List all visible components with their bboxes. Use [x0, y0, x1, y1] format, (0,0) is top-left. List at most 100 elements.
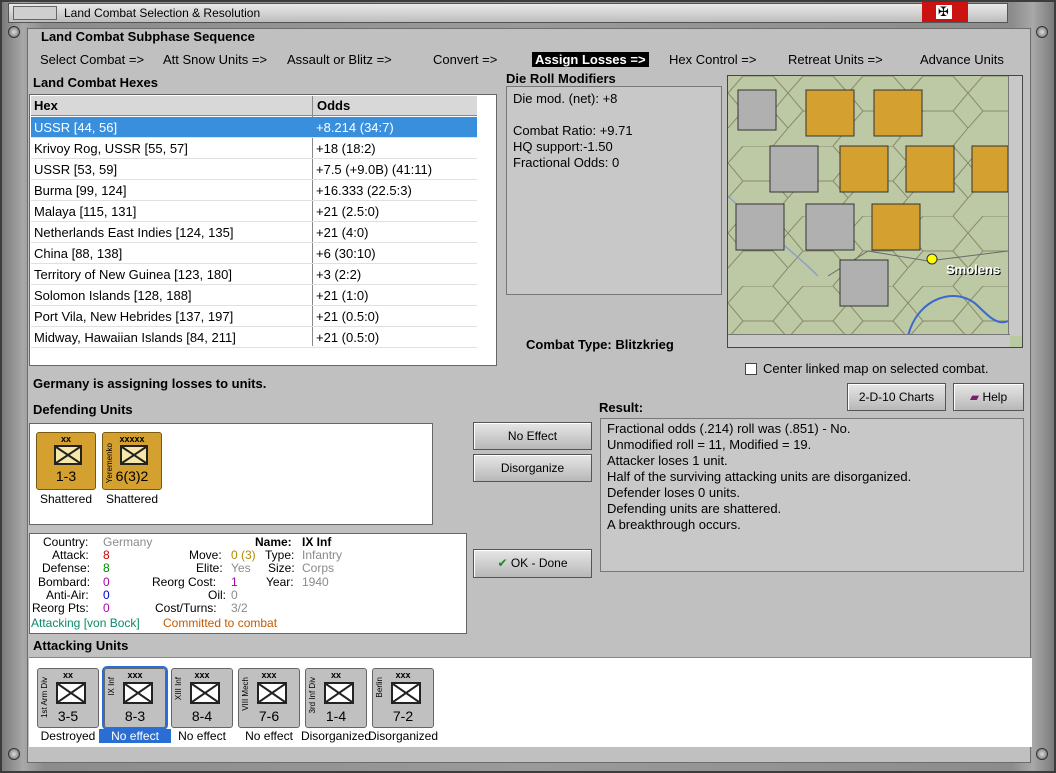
charts-button[interactable]: 2-D-10 Charts: [847, 383, 946, 411]
system-menu-button[interactable]: [13, 6, 57, 20]
table-row[interactable]: Krivoy Rog, USSR [55, 57] +18 (18:2): [31, 138, 477, 159]
odds-cell: +21 (4:0): [316, 225, 369, 240]
map-vertical-scrollbar[interactable]: [1008, 76, 1022, 336]
unit-side-label: XIII Inf: [174, 677, 183, 701]
year-label: Year:: [266, 575, 294, 589]
antiair-value: 0: [103, 588, 110, 602]
step-select-combat: Select Combat =>: [40, 52, 145, 67]
unit-status: Disorganized: [300, 729, 372, 743]
table-row[interactable]: Malaya [115, 131] +21 (2.5:0): [31, 201, 477, 222]
elite-label: Elite:: [196, 561, 223, 575]
center-map-label: Center linked map on selected combat.: [763, 361, 989, 376]
table-row[interactable]: Netherlands East Indies [124, 135] +21 (4…: [31, 222, 477, 243]
table-row[interactable]: Solomon Islands [128, 188] +21 (1:0): [31, 285, 477, 306]
hex-cell: China [88, 138]: [34, 246, 123, 261]
unit-status: No effect: [178, 729, 226, 743]
table-row[interactable]: USSR [53, 59] +7.5 (+9.0B) (41:11): [31, 159, 477, 180]
attacking-unit[interactable]: xxx XIII Inf 8-4: [171, 668, 233, 728]
help-book-icon: ▰: [969, 390, 980, 404]
attacking-unit[interactable]: xxx Berlin 7-2: [372, 668, 434, 728]
attack-value: 8: [103, 548, 110, 562]
map-horizontal-scrollbar[interactable]: [728, 334, 1010, 347]
defending-unit[interactable]: xx 1-3: [36, 432, 96, 490]
oil-value: 0: [231, 588, 238, 602]
hex-cell: Burma [99, 124]: [34, 183, 127, 198]
year-value: 1940: [302, 575, 329, 589]
sequence-title: Land Combat Subphase Sequence: [41, 29, 255, 44]
table-row[interactable]: Midway, Hawaiian Islands [84, 211] +21 (0…: [31, 327, 477, 348]
step-assign-losses: Assign Losses =>: [532, 52, 649, 67]
table-row[interactable]: USSR [44, 56] +8.214 (34:7): [31, 117, 477, 138]
hex-cell: Krivoy Rog, USSR [55, 57]: [34, 141, 188, 156]
rivet-icon: [8, 748, 20, 760]
map-hex-grid: [728, 76, 1008, 336]
defense-label: Defense:: [42, 561, 91, 575]
unit-cross: [392, 683, 420, 703]
hexes-title: Land Combat Hexes: [33, 75, 158, 90]
no-effect-button[interactable]: No Effect: [473, 422, 592, 450]
odds-cell: +21 (0.5:0): [316, 309, 380, 324]
attack-label: Attack:: [52, 548, 89, 562]
attacking-unit[interactable]: xx 3rd Inf Div 1-4: [305, 668, 367, 728]
hex-cell: Territory of New Guinea [123, 180]: [34, 267, 232, 282]
col-hex-header[interactable]: Hex: [34, 98, 58, 113]
attacking-unit[interactable]: xx 1st Arm Div 3-5: [37, 668, 99, 728]
help-button[interactable]: ▰ Help: [953, 383, 1024, 411]
unit-strength: 8-3: [124, 708, 146, 724]
size-value: Corps: [302, 561, 335, 575]
mod-line: Combat Ratio: +9.71: [513, 123, 633, 138]
unit-cross: [191, 683, 219, 703]
help-label: Help: [982, 390, 1008, 404]
reorg-pts-value: 0: [103, 601, 110, 615]
antiair-label: Anti-Air:: [46, 588, 89, 602]
move-label: Move:: [189, 548, 222, 562]
unit-status: No effect: [99, 729, 171, 743]
table-row[interactable]: Burma [99, 124] +16.333 (22.5:3): [31, 180, 477, 201]
defending-unit[interactable]: xxxxx Yeremenko 6(3)2: [102, 432, 162, 490]
hex-cell: Malaya [115, 131]: [34, 204, 137, 219]
attacking-unit[interactable]: xxx VIII Mech 7-6: [238, 668, 300, 728]
unit-side-label: VIII Mech: [241, 677, 250, 711]
type-label: Type:: [265, 548, 295, 562]
center-map-checkbox[interactable]: [745, 363, 757, 375]
rivet-icon: [1036, 748, 1048, 760]
reorg-pts-label: Reorg Pts:: [32, 601, 89, 615]
unit-strength: 8-4: [191, 708, 213, 724]
infantry-icon: [120, 445, 148, 465]
odds-cell: +21 (1:0): [316, 288, 369, 303]
step-advance-units: Advance Units: [920, 52, 1004, 67]
infantry-icon: [54, 445, 82, 465]
disorganize-button[interactable]: Disorganize: [473, 454, 592, 482]
unit-cross: [258, 683, 286, 703]
table-row[interactable]: Port Vila, New Hebrides [137, 197] +21 (0…: [31, 306, 477, 327]
defending-units-box: xx 1-3 Shattered xxxxx Yeremenko 6(3)2 S…: [29, 423, 433, 525]
unit-cross: [124, 683, 152, 703]
move-value: 0 (3): [231, 548, 256, 562]
table-header: Hex Odds: [31, 96, 477, 116]
hex-cell: USSR [53, 59]: [34, 162, 118, 177]
result-line: Half of the surviving attacking units ar…: [607, 469, 912, 484]
type-value: Infantry: [302, 548, 343, 562]
title-bar[interactable]: Land Combat Selection & Resolution: [8, 3, 1008, 23]
attacking-unit[interactable]: xxx IX Inf 8-3: [102, 666, 168, 730]
ok-done-button[interactable]: ✔ OK - Done: [473, 549, 592, 578]
unit-size: xx: [60, 434, 71, 444]
checkmark-icon: ✔: [497, 556, 508, 570]
unit-type-icon: [123, 682, 153, 704]
mod-line: Fractional Odds: 0: [513, 155, 620, 170]
step-retreat-units: Retreat Units =>: [788, 52, 883, 67]
unit-type-icon: [190, 682, 220, 704]
committed-status: Committed to combat: [163, 616, 278, 630]
table-row[interactable]: Territory of New Guinea [123, 180] +3 (2:…: [31, 264, 477, 285]
col-odds-header[interactable]: Odds: [317, 98, 350, 113]
linked-map[interactable]: Smolens: [727, 75, 1023, 348]
unit-type-icon: [324, 682, 354, 704]
hex-cell: Netherlands East Indies [124, 135]: [34, 225, 234, 240]
unit-side-label: Berlin: [375, 677, 384, 698]
name-value: IX Inf: [302, 535, 332, 549]
step-att-snow-units: Att Snow Units =>: [163, 52, 268, 67]
hexes-table[interactable]: Hex Odds USSR [44, 56] +8.214 (34:7) Krivo…: [29, 94, 497, 366]
cost-turns-value: 3/2: [231, 601, 248, 615]
result-line: Defending units are shattered.: [607, 501, 782, 516]
table-row[interactable]: China [88, 138] +6 (30:10): [31, 243, 477, 264]
